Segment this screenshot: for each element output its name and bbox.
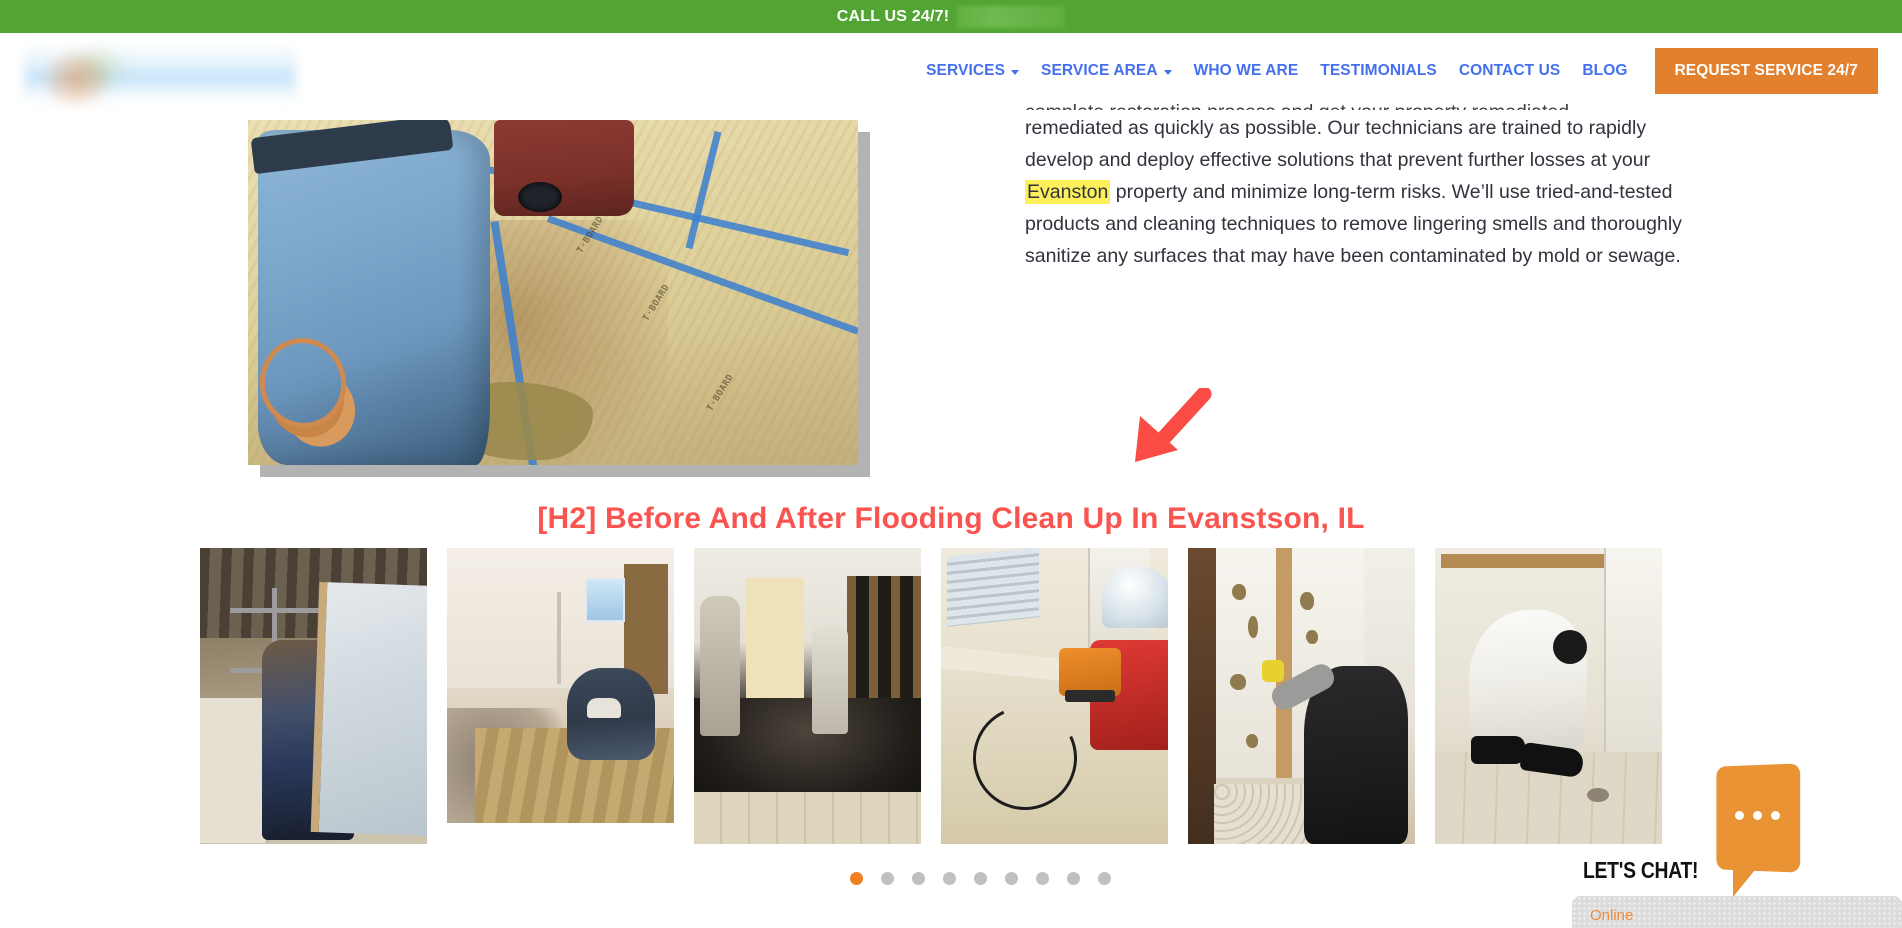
carousel-dot-1[interactable] (849, 872, 863, 885)
chat-bubble-icon[interactable] (1715, 763, 1801, 897)
nav-item-contact-us[interactable]: CONTACT US (1448, 62, 1571, 80)
call-us-label: CALL US 24/7! (836, 7, 950, 25)
nav-item-who-we-are-label: WHO WE ARE (1193, 62, 1299, 79)
carousel-dot-5[interactable] (973, 872, 987, 885)
carousel-slide[interactable] (694, 548, 921, 844)
slide-boot-cover (1471, 736, 1525, 764)
slide-worker-head (1553, 630, 1587, 664)
nav-item-testimonials[interactable]: TESTIMONIALS (1309, 62, 1448, 80)
nav-item-services-label: SERVICES (926, 62, 1006, 79)
slide-worker-cap (587, 698, 621, 718)
slide-worker-suit (700, 596, 740, 736)
carousel-dot-7[interactable] (1035, 872, 1049, 885)
hero-image-water-damage: T·BOARD T·BOARD T·BOARD T·BOARD T·BOARD (248, 120, 858, 465)
carousel-slide[interactable] (941, 548, 1168, 844)
slide-door (1604, 548, 1662, 763)
nav-item-who-we-are[interactable]: WHO WE ARE (1183, 62, 1310, 80)
slide-wall-hole (1246, 734, 1258, 748)
hero-air-mover (494, 120, 634, 216)
slide-wood-rail (1441, 554, 1631, 568)
slide-glass-dome (1102, 566, 1168, 628)
slide-window-blind (947, 548, 1039, 627)
slide-wall-hole (1306, 630, 1318, 644)
chat-status-bar[interactable]: Online (1572, 896, 1902, 928)
carousel-dot-8[interactable] (1066, 872, 1080, 885)
nav-item-blog[interactable]: BLOG (1571, 62, 1638, 80)
chevron-down-icon (1011, 69, 1020, 75)
chevron-down-icon (1163, 69, 1172, 75)
slide-worker-suit (812, 624, 848, 734)
site-logo[interactable] (24, 43, 296, 105)
slide-panel (310, 581, 427, 837)
slide-power-cable (958, 691, 1092, 825)
carousel-dot-9[interactable] (1097, 872, 1111, 885)
section-heading: [H2] Before And After Flooding Clean Up … (537, 502, 1365, 535)
body-paragraph-part1: remediated as quickly as possible. Our t… (1025, 117, 1651, 171)
request-service-button[interactable]: REQUEST SERVICE 24/7 (1654, 48, 1878, 94)
call-us-bar: CALL US 24/7! (0, 0, 1902, 33)
carousel-dot-4[interactable] (942, 872, 956, 885)
carousel-slide[interactable] (1435, 548, 1662, 844)
slide-worker-glove (1262, 660, 1284, 682)
slide-wall-hole (1232, 584, 1246, 600)
carousel-slide[interactable] (200, 548, 427, 844)
body-paragraph: complete restoration process and get you… (1025, 96, 1693, 272)
slide-floor-drain (1587, 788, 1609, 802)
body-paragraph-clipped-line: complete restoration process and get you… (1025, 96, 1693, 110)
body-paragraph-part2: property and minimize long-term risks. W… (1025, 181, 1682, 267)
highlighted-city-name: Evanston (1025, 180, 1111, 204)
nav-item-testimonials-label: TESTIMONIALS (1320, 62, 1437, 79)
nav-item-service-area[interactable]: SERVICE AREA (1030, 62, 1183, 80)
slide-wall-hole (1230, 674, 1246, 690)
slide-pole (557, 592, 561, 684)
ellipsis-dot (1752, 811, 1762, 820)
carousel-slide[interactable] (447, 548, 674, 823)
ellipsis-dot (1770, 811, 1780, 820)
slide-cabinet (200, 698, 268, 843)
chat-bubble-ellipsis (1715, 811, 1799, 820)
slide-air-mover (1059, 648, 1121, 702)
chat-status-text: Online (1590, 907, 1634, 924)
nav-item-service-area-label: SERVICE AREA (1041, 62, 1158, 79)
carousel-dot-2[interactable] (880, 872, 894, 885)
call-us-bar-content: CALL US 24/7! (836, 5, 1066, 28)
nav-item-contact-us-label: CONTACT US (1458, 62, 1561, 79)
chat-bubble-tail (1733, 865, 1759, 897)
nav-item-services[interactable]: SERVICES (915, 62, 1030, 80)
before-after-carousel (200, 548, 1702, 848)
red-arrow-annotation-icon (1130, 386, 1216, 466)
phone-number-redacted[interactable] (957, 5, 1066, 28)
slide-wall-hole (1248, 616, 1258, 638)
slide-stud (230, 608, 330, 613)
chat-widget-label: LET'S CHAT! (1583, 857, 1699, 883)
carousel-dot-3[interactable] (911, 872, 925, 885)
slide-door-jamb (1188, 548, 1216, 844)
page-root: CALL US 24/7! SERVICES SERVICE AREA WHO … (0, 0, 1902, 928)
carousel-slide[interactable] (1188, 548, 1415, 844)
nav-item-blog-label: BLOG (1582, 62, 1628, 79)
carousel-dot-6[interactable] (1004, 872, 1018, 885)
slide-wall-hole (1300, 592, 1314, 610)
ellipsis-dot (1734, 811, 1744, 820)
slide-picture-frame (585, 578, 625, 622)
slide-tile-floor (694, 792, 921, 844)
